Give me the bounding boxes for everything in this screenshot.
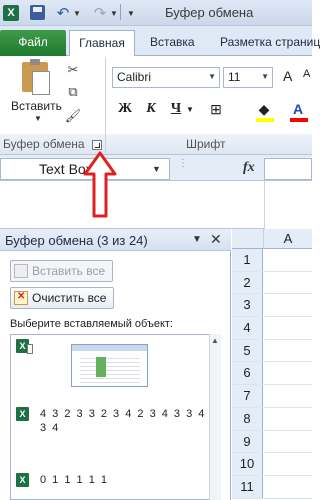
- clipboard-item-preview: 0 1 1 1 1 1: [40, 474, 109, 486]
- clipboard-pane-title: Буфер обмена (3 из 24): [5, 233, 148, 248]
- tab-file[interactable]: Файл: [0, 30, 66, 56]
- fill-color-icon[interactable]: ◆: [256, 100, 272, 118]
- font-color-button[interactable]: A: [290, 100, 306, 118]
- clipboard-item-preview: 4 3 2 3 3 2 3 4 2 3 4 3 3 4 3 4: [40, 408, 206, 434]
- row-header[interactable]: 7: [232, 385, 263, 407]
- excel-item-icon: X: [16, 407, 29, 421]
- undo-dropdown-icon[interactable]: ▼: [73, 4, 81, 22]
- tab-home[interactable]: Главная: [69, 30, 135, 57]
- ribbon-tabs: Файл Главная Вставка Разметка страниц: [0, 26, 320, 57]
- paste-button-label[interactable]: Вставить: [11, 99, 62, 113]
- clipboard-group-label: Буфер обмена: [3, 137, 85, 151]
- annotation-arrow-icon: [83, 151, 117, 218]
- row-header[interactable]: 4: [232, 317, 263, 339]
- table-row[interactable]: 11: [232, 475, 312, 499]
- clipboard-dialog-launcher-icon[interactable]: [92, 140, 102, 150]
- copy-icon[interactable]: ⧉: [64, 84, 82, 100]
- row-header[interactable]: 1: [232, 249, 263, 271]
- pane-options-icon[interactable]: ▼: [192, 234, 202, 245]
- table-row[interactable]: 1: [232, 249, 312, 272]
- paste-all-label: Вставить все: [32, 264, 106, 278]
- customize-arrow-icon[interactable]: ▼: [126, 4, 136, 22]
- formula-area: [264, 181, 312, 229]
- table-row[interactable]: 6: [232, 362, 312, 386]
- table-row[interactable]: 4: [232, 317, 312, 340]
- underline-dropdown-icon[interactable]: ▼: [186, 100, 194, 118]
- font-group-label: Шрифт: [186, 137, 226, 151]
- clipboard-items-list: X X 4 3 2 3 3 2 3 4 2 3 4 3 3 4 3 4 X 0 …: [10, 334, 219, 500]
- formula-input[interactable]: [264, 158, 312, 180]
- clipboard-item-text[interactable]: X 4 3 2 3 3 2 3 4 2 3 4 3 3 4 3 4: [11, 401, 218, 441]
- toolbar-divider: [120, 4, 121, 20]
- row-header[interactable]: 2: [232, 271, 263, 294]
- clipboard-item-text[interactable]: X 0 1 1 1 1 1: [11, 467, 218, 497]
- formula-bar-splitter[interactable]: ⋮: [178, 158, 189, 169]
- window-title: Буфер обмена: [165, 5, 254, 20]
- chevron-down-icon: ▼: [261, 72, 269, 81]
- table-row[interactable]: 10: [232, 453, 312, 476]
- shrink-font-button[interactable]: A: [303, 68, 310, 80]
- redo-icon[interactable]: ↷: [92, 4, 108, 22]
- select-all-corner[interactable]: [232, 229, 263, 249]
- paste-all-button[interactable]: Вставить все: [10, 260, 113, 282]
- clipboard-item-image[interactable]: X: [11, 335, 218, 395]
- table-row[interactable]: 7: [232, 385, 312, 408]
- close-icon[interactable]: ✕: [210, 231, 222, 248]
- excel-item-icon: X: [16, 473, 29, 487]
- paste-dropdown-icon[interactable]: ▼: [34, 114, 42, 123]
- cut-icon[interactable]: ✂: [64, 62, 82, 78]
- font-name-select[interactable]: Calibri ▼: [112, 67, 220, 88]
- row-header[interactable]: 5: [232, 339, 263, 362]
- underline-button[interactable]: Ч: [168, 100, 184, 118]
- table-row[interactable]: 5: [232, 339, 312, 363]
- fill-color-swatch: [256, 118, 274, 122]
- row-header[interactable]: 3: [232, 294, 263, 317]
- clipboard-prompt: Выберите вставляемый объект:: [10, 318, 173, 330]
- document-icon: [27, 344, 33, 354]
- tab-page-layout[interactable]: Разметка страниц: [212, 30, 320, 56]
- group-divider: [105, 58, 106, 153]
- save-icon[interactable]: [30, 5, 45, 20]
- paste-icon[interactable]: [22, 59, 50, 95]
- worksheet-grid: A 1 2 3 4 5 6 7 8 9 10 11: [232, 229, 312, 500]
- insert-function-icon[interactable]: fx: [243, 160, 255, 176]
- clipboard-pane: Буфер обмена (3 из 24) ▼ ✕ Вставить все …: [0, 229, 231, 500]
- paste-all-icon: [14, 264, 28, 278]
- table-row[interactable]: 8: [232, 407, 312, 431]
- tab-insert[interactable]: Вставка: [142, 30, 203, 56]
- clear-all-button[interactable]: Очистить все: [10, 287, 114, 309]
- row-header[interactable]: 8: [232, 407, 263, 430]
- clipboard-list-scrollbar[interactable]: ▲: [209, 334, 221, 500]
- table-row[interactable]: 3: [232, 294, 312, 318]
- row-header[interactable]: 6: [232, 362, 263, 385]
- table-row[interactable]: 2: [232, 271, 312, 295]
- font-name-value: Calibri: [117, 70, 152, 84]
- clipboard-pane-header: Буфер обмена (3 из 24) ▼ ✕: [0, 229, 231, 251]
- row-header[interactable]: 11: [232, 475, 263, 498]
- excel-logo-icon[interactable]: X: [3, 5, 19, 21]
- name-box-dropdown-icon[interactable]: ▼: [152, 164, 161, 174]
- clear-all-icon: [14, 291, 28, 305]
- bold-button[interactable]: Ж: [117, 100, 133, 118]
- row-header[interactable]: 10: [232, 453, 263, 475]
- screenshot-thumbnail: [71, 344, 148, 387]
- row-list: 1 2 3 4 5 6 7 8 9 10 11: [232, 249, 312, 499]
- font-size-select[interactable]: 11 ▼: [223, 67, 273, 88]
- table-row[interactable]: 9: [232, 430, 312, 454]
- format-painter-icon[interactable]: 🖌: [64, 108, 82, 124]
- font-size-value: 11: [228, 70, 241, 84]
- italic-button[interactable]: К: [143, 100, 159, 118]
- font-color-swatch: [290, 118, 308, 122]
- borders-icon[interactable]: ⊞: [208, 100, 224, 118]
- grow-font-button[interactable]: A: [283, 68, 292, 84]
- chevron-down-icon: ▼: [208, 72, 216, 81]
- quick-access-toolbar: X ↶ ▼ ↷ ▼ ▼ Буфер обмена: [0, 0, 312, 26]
- redo-dropdown-icon[interactable]: ▼: [110, 4, 118, 22]
- row-header[interactable]: 9: [232, 430, 263, 453]
- clear-all-label: Очистить все: [32, 291, 107, 305]
- undo-icon[interactable]: ↶: [55, 4, 71, 22]
- scroll-up-icon[interactable]: ▲: [211, 336, 219, 345]
- column-header-a[interactable]: A: [263, 229, 312, 249]
